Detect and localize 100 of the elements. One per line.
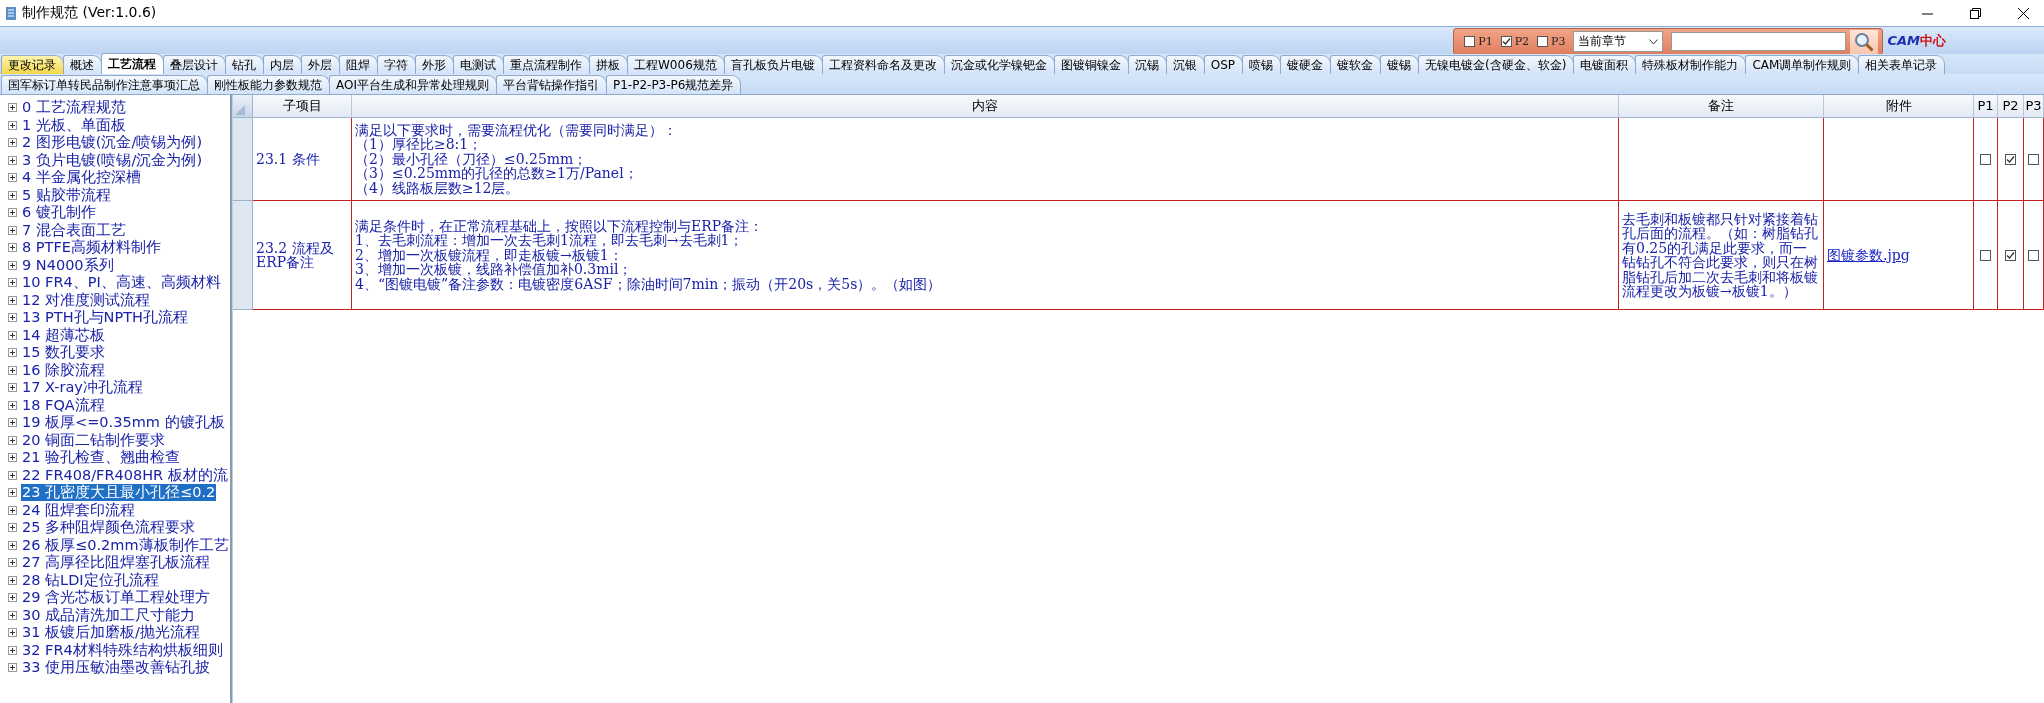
tab[interactable]: 外形 [415, 55, 454, 74]
checkbox[interactable] [2005, 249, 2016, 261]
tab[interactable]: 工艺流程 [101, 53, 164, 74]
expand-icon[interactable] [8, 558, 17, 568]
expand-icon[interactable] [8, 243, 17, 253]
tree-item[interactable]: 20 铜面二钻制作要求 [21, 431, 167, 449]
tree-item[interactable]: 14 超薄芯板 [21, 326, 107, 344]
expand-icon[interactable] [8, 488, 17, 498]
expand-icon[interactable] [8, 645, 17, 655]
expand-icon[interactable] [8, 453, 17, 463]
tab[interactable]: 喷锡 [1242, 55, 1282, 74]
tree-item[interactable]: 22 FR408/FR408HR 板材的流 [21, 466, 229, 484]
attachment-link[interactable]: 图镀参数.jpg [1827, 247, 1970, 263]
expand-icon[interactable] [8, 383, 17, 393]
search-field[interactable] [1671, 32, 1847, 51]
tab[interactable]: 平台背钻操作指引 [496, 75, 607, 94]
tree-item[interactable]: 12 对准度测试流程 [21, 291, 152, 309]
tree-item[interactable]: 9 N4000系列 [21, 256, 115, 274]
tab[interactable]: 电测试 [453, 55, 504, 74]
tab[interactable]: 镀锡 [1380, 55, 1420, 74]
expand-icon[interactable] [8, 575, 17, 585]
tree-item[interactable]: 17 X-ray冲孔流程 [21, 379, 144, 397]
tab[interactable]: 重点流程制作 [503, 55, 590, 74]
scope-dropdown[interactable]: 当前章节 [1573, 31, 1664, 52]
tree-item[interactable]: 32 FR4材料特殊结构烘板细则 [21, 641, 224, 659]
expand-icon[interactable] [8, 313, 17, 323]
expand-icon[interactable] [8, 190, 17, 200]
tree-item[interactable]: 10 FR4、PI、高速、高频材料 [21, 274, 222, 292]
tree-item[interactable]: 30 成品清洗加工尺寸能力 [21, 606, 197, 624]
expand-icon[interactable] [8, 348, 17, 358]
tab[interactable]: CAM调单制作规则 [1745, 55, 1860, 74]
tab[interactable]: 更改记录 [1, 55, 64, 74]
tree-item[interactable]: 5 贴胶带流程 [21, 186, 112, 204]
tab[interactable]: 电镀面积 [1573, 55, 1637, 74]
tree-item[interactable]: 4 半金属化控深槽 [21, 169, 142, 187]
tab[interactable]: 刚性板能力参数规范 [207, 75, 330, 94]
search-button[interactable] [1850, 29, 1879, 54]
tab[interactable]: 国军标订单转民品制作注意事项汇总 [1, 75, 208, 94]
checkbox[interactable] [1500, 36, 1512, 47]
expand-icon[interactable] [8, 278, 17, 288]
tab[interactable]: 镀软金 [1330, 55, 1382, 74]
expand-icon[interactable] [8, 610, 17, 620]
tree-item[interactable]: 1 光板、单面板 [21, 116, 127, 134]
tab[interactable]: OSP [1203, 55, 1244, 74]
expand-icon[interactable] [8, 173, 17, 183]
tab[interactable]: 内层 [263, 55, 302, 74]
tree-item[interactable]: 13 PTH孔与NPTH孔流程 [21, 309, 189, 327]
checkbox[interactable] [2005, 153, 2016, 165]
tree-item[interactable]: 23 孔密度大且最小孔径≤0.2 [21, 484, 217, 502]
tree-item[interactable]: 16 除胶流程 [21, 361, 107, 379]
expand-icon[interactable] [8, 505, 17, 515]
checkbox[interactable] [1537, 36, 1549, 47]
tab[interactable]: 拼板 [589, 55, 628, 74]
expand-icon[interactable] [8, 593, 17, 603]
tree-item[interactable]: 19 板厚<=0.35mm 的镀孔板 [21, 414, 226, 432]
tab[interactable]: 图镀铜镍金 [1053, 55, 1129, 74]
tree-item[interactable]: 21 验孔检查、翘曲检查 [21, 449, 182, 467]
checkbox[interactable] [1980, 153, 1991, 165]
tab[interactable]: 阻焊 [339, 55, 378, 74]
tab[interactable]: AOI平台生成和异常处理规则 [329, 75, 497, 94]
tab[interactable]: 特殊板材制作能力 [1635, 55, 1747, 74]
tree-item[interactable]: 27 高厚径比阻焊塞孔板流程 [21, 554, 212, 572]
checkbox[interactable] [2028, 153, 2039, 165]
tree-item[interactable]: 18 FQA流程 [21, 396, 106, 414]
tab[interactable]: 沉银 [1165, 55, 1205, 74]
checkbox[interactable] [1464, 36, 1476, 47]
expand-icon[interactable] [8, 138, 17, 148]
tab[interactable]: P1-P2-P3-P6规范差异 [606, 75, 742, 94]
checkbox[interactable] [2028, 249, 2039, 261]
tab[interactable]: 钻孔 [225, 55, 264, 74]
expand-icon[interactable] [8, 540, 17, 550]
expand-icon[interactable] [8, 155, 17, 165]
tree-item[interactable]: 8 PTFE高频材料制作 [21, 239, 162, 257]
tree-item[interactable]: 3 负片电镀(喷锡/沉金为例) [21, 151, 204, 169]
tab[interactable]: 工程W006规范 [627, 55, 725, 74]
tree-item[interactable]: 29 含光芯板订单工程处理方 [21, 589, 212, 607]
expand-icon[interactable] [8, 295, 17, 305]
tree-item[interactable]: 33 使用压敏油墨改善钻孔披 [21, 659, 212, 677]
expand-icon[interactable] [8, 523, 17, 533]
expand-icon[interactable] [8, 330, 17, 340]
expand-icon[interactable] [8, 663, 17, 673]
tree-item[interactable]: 2 图形电镀(沉金/喷锡为例) [21, 134, 204, 152]
tree-item[interactable]: 15 数孔要求 [21, 344, 107, 362]
tab[interactable]: 无镍电镀金(含硬金、软金) [1418, 55, 1575, 74]
tree-item[interactable]: 7 混合表面工艺 [21, 221, 127, 239]
tree-item[interactable]: 6 镀孔制作 [21, 204, 97, 222]
tab[interactable]: 外层 [301, 55, 340, 74]
tab[interactable]: 叠层设计 [163, 55, 226, 74]
expand-icon[interactable] [8, 225, 17, 235]
expand-icon[interactable] [8, 435, 17, 445]
tree-item[interactable]: 28 钻LDI定位孔流程 [21, 571, 160, 589]
expand-icon[interactable] [8, 365, 17, 375]
expand-icon[interactable] [8, 418, 17, 428]
expand-icon[interactable] [8, 120, 17, 130]
tree-item[interactable]: 31 板镀后加磨板/抛光流程 [21, 624, 201, 642]
tab[interactable]: 字符 [377, 55, 416, 74]
tab[interactable]: 镀硬金 [1280, 55, 1332, 74]
expand-icon[interactable] [8, 103, 17, 113]
tab[interactable]: 概述 [63, 55, 102, 74]
tab[interactable]: 沉锡 [1127, 55, 1167, 74]
